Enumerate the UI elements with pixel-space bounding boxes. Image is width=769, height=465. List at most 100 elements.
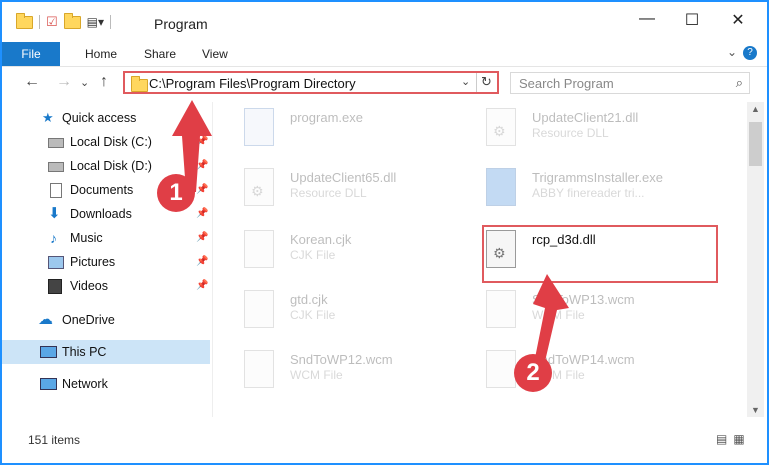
toolbar-divider [110,15,112,29]
sidebar-item-label: Local Disk (D:) [70,159,152,173]
step-2-badge: 2 [514,354,552,392]
address-bar[interactable]: C:\Program Files\Program Directory ⌄ ↻ [123,71,499,94]
forward-button[interactable]: → [56,73,72,91]
sidebar-item-label: Network [62,377,108,391]
installer-file-icon [486,168,516,206]
download-icon: ⬇ [48,205,61,222]
gear-icon: ⚙ [251,183,264,199]
pin-icon: 📌 [196,232,209,243]
navigation-bar: ← → ⌄ ↑ C:\Program Files\Program Directo… [2,67,767,99]
tab-home[interactable]: Home [85,42,117,66]
file-type: Resource DLL [290,186,367,200]
address-dropdown-icon[interactable]: ⌄ [461,75,470,88]
status-bar: 151 items ▤▦ [2,429,767,451]
pin-icon: 📌 [196,280,209,291]
step-1-badge: 1 [157,174,195,212]
file-item[interactable]: SndToWP12.wcm WCM File [244,350,484,400]
help-icon[interactable]: ? [743,46,757,60]
sidebar-item-pictures[interactable]: Pictures 📌 [2,250,210,274]
drive-icon [48,162,64,172]
file-item[interactable]: gtd.cjk CJK File [244,290,484,340]
folder-icon [131,76,148,92]
file-name: program.exe [290,110,363,125]
dll-file-icon: ⚙ [486,108,516,146]
title-bar: ☑ ▤▾ Program — ☐ ✕ [2,2,767,42]
pin-icon: 📌 [196,256,209,267]
drive-icon [48,138,64,148]
ribbon: File Home Share View ⌄ ? [2,42,767,67]
item-count: 151 items [28,433,81,447]
new-folder-icon[interactable] [63,12,81,29]
file-name: gtd.cjk [290,292,328,307]
window-title: Program [154,16,208,32]
sidebar-item-label: Downloads [70,207,132,221]
file-name: TrigrammsInstaller.exe [532,170,663,185]
back-button[interactable]: ← [24,73,40,91]
file-type: CJK File [290,308,336,322]
tab-share[interactable]: Share [144,42,176,66]
gear-icon: ⚙ [493,123,506,139]
file-name: Korean.cjk [290,232,352,247]
sidebar-item-label: Music [70,231,103,245]
refresh-icon[interactable]: ↻ [481,74,492,90]
file-item[interactable]: ⚙ UpdateClient65.dll Resource DLL [244,168,484,218]
recent-locations-icon[interactable]: ⌄ [80,76,89,89]
sidebar-item-label: Quick access [62,111,137,125]
sidebar-item-label: Local Disk (C:) [70,135,152,149]
computer-icon [40,346,57,358]
sidebar-item-music[interactable]: ♪ Music 📌 [2,226,210,250]
minimize-button[interactable]: — [627,10,667,28]
sidebar-item-label: Pictures [70,255,116,269]
file-item[interactable]: program.exe [244,108,484,158]
dll-file-icon: ⚙ [244,168,274,206]
close-button[interactable]: ✕ [718,10,758,30]
properties-icon[interactable]: ☑ [46,14,58,30]
file-type: WCM File [290,368,343,382]
tab-view[interactable]: View [202,42,228,66]
search-input[interactable]: Search Program [519,76,614,91]
file-type: CJK File [290,248,336,262]
document-icon [50,183,62,198]
video-icon [48,279,62,294]
sidebar-item-label: Videos [70,279,108,293]
up-button[interactable]: ↑ [100,73,108,91]
expand-ribbon-icon[interactable]: ⌄ [727,45,737,59]
file-type: Resource DLL [532,126,609,140]
search-icon[interactable]: ⌕ [736,75,743,91]
scroll-up-icon[interactable]: ▲ [751,104,760,114]
file-icon [244,290,274,328]
file-item[interactable]: ⚙ UpdateClient21.dll Resource DLL [486,108,726,158]
address-divider [476,73,477,92]
exe-file-icon [244,108,274,146]
sidebar-item-label: OneDrive [62,313,115,327]
sidebar-item-label: Documents [70,183,134,197]
file-name: SndToWP12.wcm [290,352,393,367]
vertical-scrollbar[interactable]: ▲ ▼ [747,102,764,417]
file-icon [244,350,274,388]
sidebar-item-videos[interactable]: Videos 📌 [2,274,210,298]
scrollbar-thumb[interactable] [749,122,762,166]
quick-access-toolbar: ☑ ▤▾ [16,12,112,30]
maximize-button[interactable]: ☐ [672,10,712,30]
star-icon: ★ [42,110,54,125]
cloud-icon: ☁ [38,311,53,328]
search-box[interactable]: Search Program ⌕ [510,72,750,94]
explorer-window: ☑ ▤▾ Program — ☐ ✕ File Home Share View … [2,2,767,463]
file-name: UpdateClient21.dll [532,110,639,125]
file-icon [244,230,274,268]
toolbar-divider [39,15,40,29]
sidebar-item-onedrive[interactable]: ☁ OneDrive [2,308,210,332]
network-icon [40,378,57,390]
tab-file[interactable]: File [2,42,60,66]
view-toggle-icons[interactable]: ▤▦ [716,432,751,446]
music-icon: ♪ [50,230,57,246]
file-item[interactable]: TrigrammsInstaller.exe ABBY finereader t… [486,168,726,218]
file-item[interactable]: Korean.cjk CJK File [244,230,484,280]
scroll-down-icon[interactable]: ▼ [751,405,760,415]
sidebar-item-this-pc[interactable]: This PC [2,340,210,364]
file-type: ABBY finereader tri... [532,186,645,200]
sidebar-item-label: This PC [62,345,107,359]
customize-toolbar-icon[interactable]: ▤▾ [87,15,104,29]
address-path[interactable]: C:\Program Files\Program Directory [149,76,356,91]
sidebar-item-network[interactable]: Network [2,372,210,396]
